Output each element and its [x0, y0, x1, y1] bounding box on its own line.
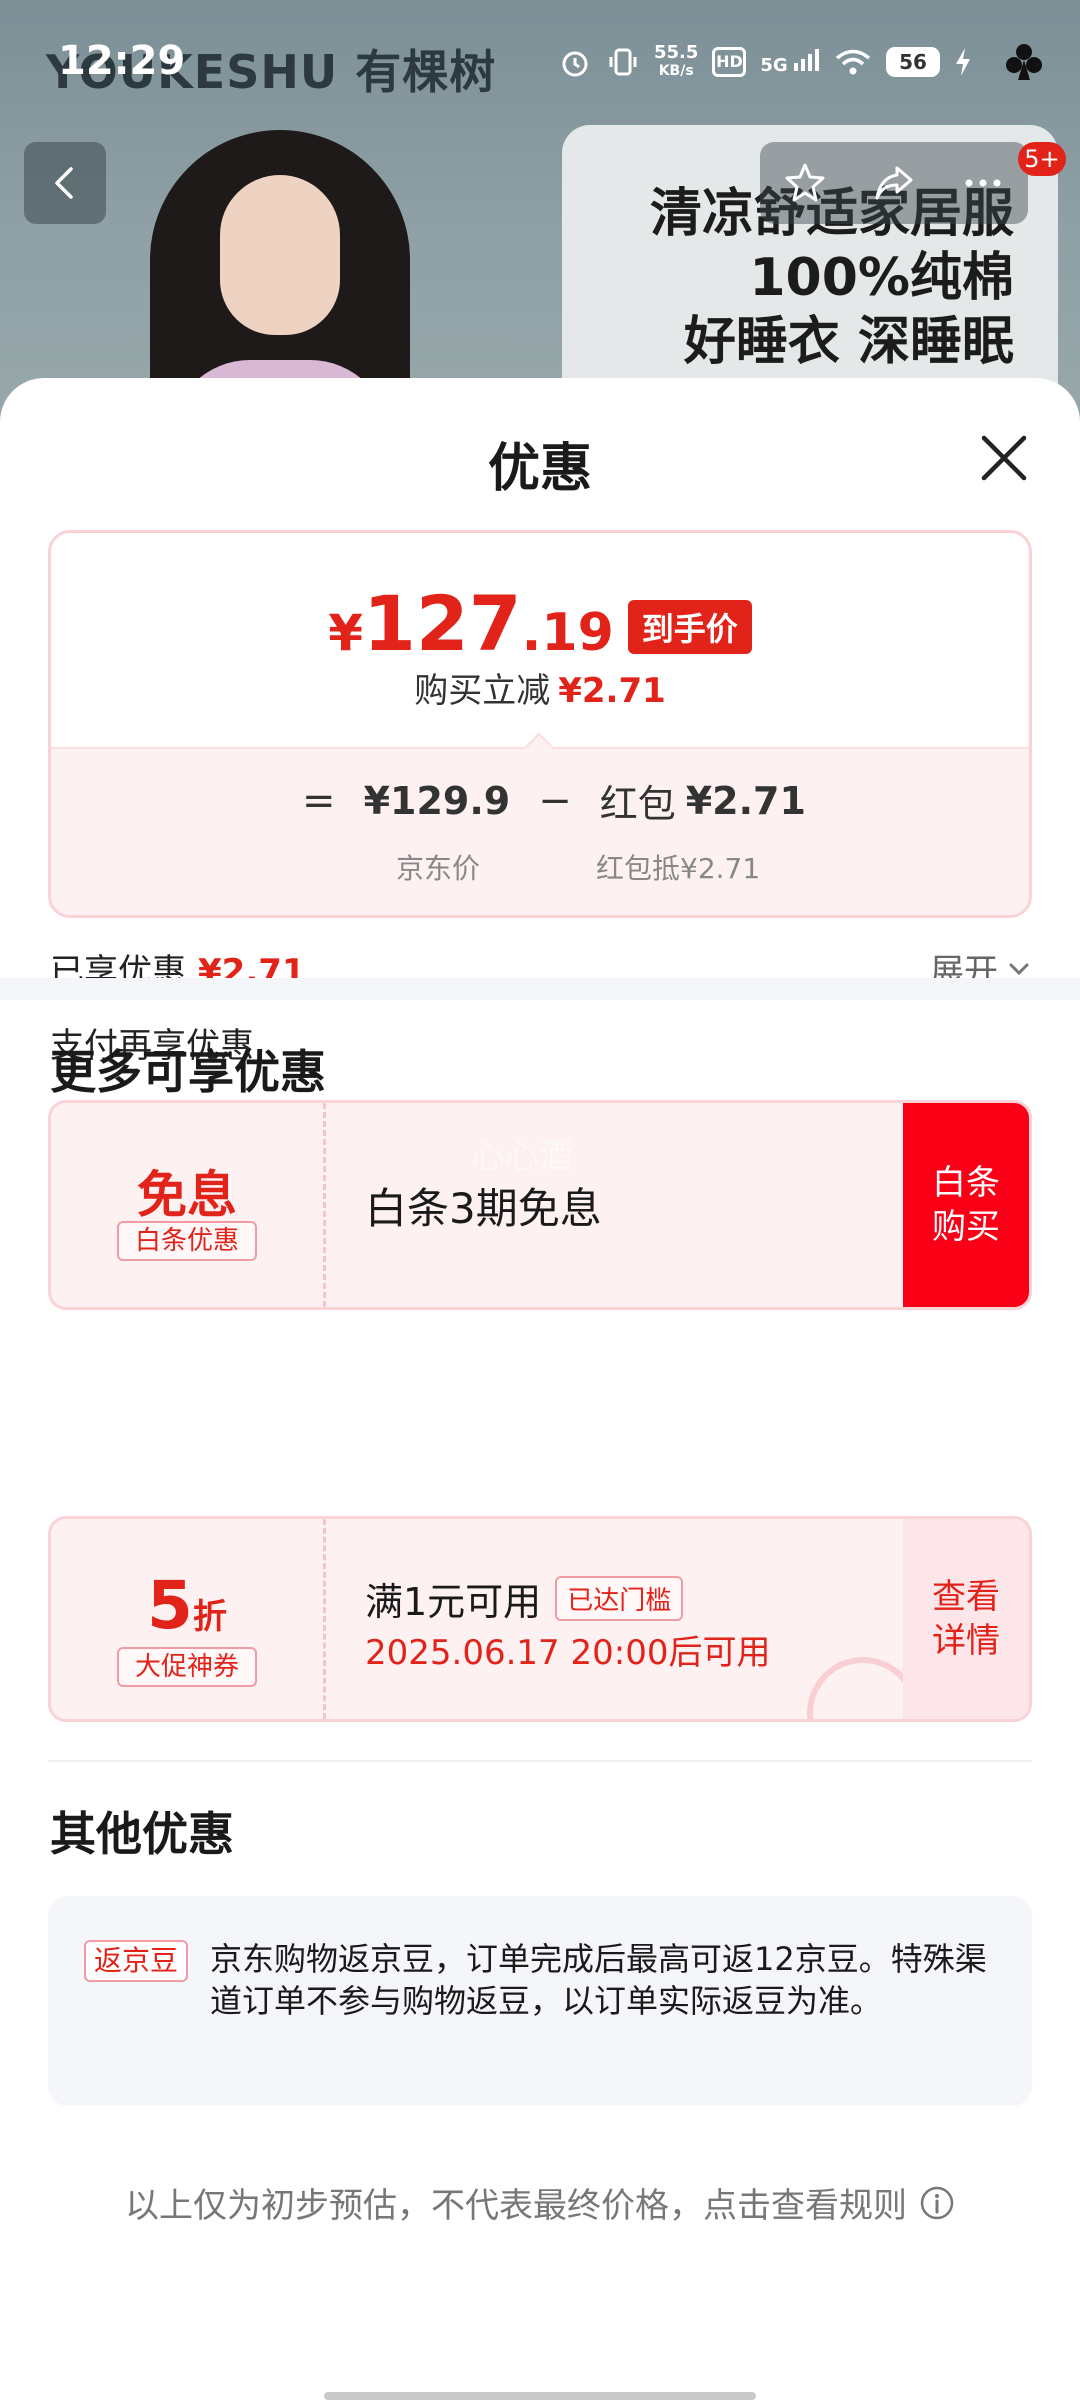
- close-icon[interactable]: [978, 432, 1030, 484]
- top-actions: [760, 142, 1028, 224]
- star-icon[interactable]: [782, 160, 828, 206]
- alarm-icon: [562, 51, 588, 77]
- price-formula: = ¥129.9 − 红包 ¥2.71: [51, 773, 1029, 828]
- share-icon[interactable]: [871, 160, 917, 206]
- final-price: ¥ 127 .19 到手价: [51, 579, 1029, 668]
- chevron-left-icon: [55, 167, 73, 199]
- jingdou-chip: 返京豆: [84, 1940, 189, 1982]
- instant-cut-label: 购买立减: [414, 671, 551, 711]
- coupon-type-chip: 大促神券: [117, 1647, 257, 1687]
- sheet-title: 优惠: [487, 439, 592, 499]
- other-discounts-title: 其他优惠: [50, 1807, 234, 1861]
- coupon-left: 5折 大促神券: [51, 1519, 326, 1719]
- more-discounts-title: 更多可享优惠: [50, 1045, 326, 1099]
- vibrate-icon: [609, 48, 637, 76]
- hd-icon: HD: [712, 47, 747, 77]
- coupon-valid-date: 2025.06.17 20:00后可用: [365, 1633, 771, 1673]
- close-button[interactable]: [968, 422, 1040, 494]
- battery-icon: 56: [886, 47, 940, 77]
- wifi-icon: [835, 49, 871, 75]
- divider: [48, 1760, 1032, 1762]
- price-integer: 127: [363, 579, 522, 668]
- final-price-tag: 到手价: [627, 600, 752, 654]
- coupon-left: 免息 白条优惠: [51, 1103, 326, 1307]
- coupon-description: 白条3期免息: [365, 1184, 602, 1233]
- slogan-line-3: 好睡衣 深睡眠: [683, 312, 1014, 372]
- network-speed: 55.5 KB/s: [653, 42, 699, 80]
- hongbao-label: 红包: [599, 782, 676, 826]
- final-price-section: ¥ 127 .19 到手价 购买立减 ¥2.71: [51, 533, 1029, 747]
- price-decimal: .19: [521, 603, 614, 663]
- coupon-headline: 免息: [137, 1166, 237, 1224]
- view-details-button[interactable]: 查看详情: [903, 1519, 1029, 1719]
- club-icon: [1006, 44, 1042, 80]
- jd-price: ¥129.9: [363, 778, 511, 823]
- message-badge: 5+: [1018, 142, 1066, 176]
- hongbao-value: ¥2.71: [685, 778, 806, 823]
- instant-cut: 购买立减 ¥2.71: [51, 663, 1029, 712]
- baitiao-coupon[interactable]: 免息 白条优惠 心心酒 白条3期免息 白条购买: [48, 1100, 1032, 1310]
- currency-symbol: ¥: [328, 604, 363, 662]
- promo-coupon[interactable]: 5折 大促神券 满1元可用 已达门槛 2025.06.17 20:00后可用 查…: [48, 1516, 1032, 1722]
- model-image: [150, 130, 410, 420]
- hongbao-caption: 红包抵¥2.71: [596, 852, 761, 885]
- coupon-type-chip: 白条优惠: [117, 1221, 257, 1261]
- minus-sign: −: [538, 777, 572, 824]
- footnote-text: 以上仅为初步预估，不代表最终价格，点击查看规则: [125, 2186, 907, 2226]
- price-summary-card: ¥ 127 .19 到手价 购买立减 ¥2.71 = ¥129.9 − 红包 ¥2…: [48, 530, 1032, 918]
- equals-sign: =: [302, 777, 336, 824]
- rules-footnote[interactable]: 以上仅为初步预估，不代表最终价格，点击查看规则: [0, 2178, 1080, 2227]
- info-icon[interactable]: [919, 2185, 955, 2221]
- jd-price-caption: 京东价: [396, 852, 481, 885]
- more-icon[interactable]: [960, 160, 1006, 206]
- instant-cut-value: ¥2.71: [558, 671, 666, 711]
- back-button[interactable]: [24, 142, 106, 224]
- charging-icon: [956, 48, 970, 76]
- slogan-line-2: 100%纯棉: [749, 248, 1014, 308]
- discount-rate: 5折: [147, 1567, 227, 1644]
- status-bar: 12:29 55.5 KB/s HD 5G 56: [0, 0, 1080, 120]
- price-breakdown: = ¥129.9 − 红包 ¥2.71 京东价 红包抵¥2.71: [51, 732, 1029, 915]
- baitiao-buy-button[interactable]: 白条购买: [903, 1103, 1029, 1307]
- signal-icon: 5G: [760, 48, 820, 76]
- section-divider: [0, 978, 1080, 1000]
- watermark: 心心酒: [471, 1137, 573, 1177]
- home-indicator[interactable]: [324, 2392, 756, 2400]
- status-icons: 55.5 KB/s HD 5G 56: [558, 40, 1046, 84]
- status-time: 12:29: [58, 38, 186, 84]
- other-discount-item: 返京豆 京东购物返京豆，订单完成后最高可返12京豆。特殊渠道订单不参与购物返豆，…: [48, 1896, 1032, 2106]
- jingdou-description: 京东购物返京豆，订单完成后最高可返12京豆。特殊渠道订单不参与购物返豆，以订单实…: [210, 1940, 987, 2020]
- threshold-reached-badge: 已达门槛: [555, 1576, 684, 1621]
- coupon-condition: 满1元可用 已达门槛: [365, 1571, 684, 1626]
